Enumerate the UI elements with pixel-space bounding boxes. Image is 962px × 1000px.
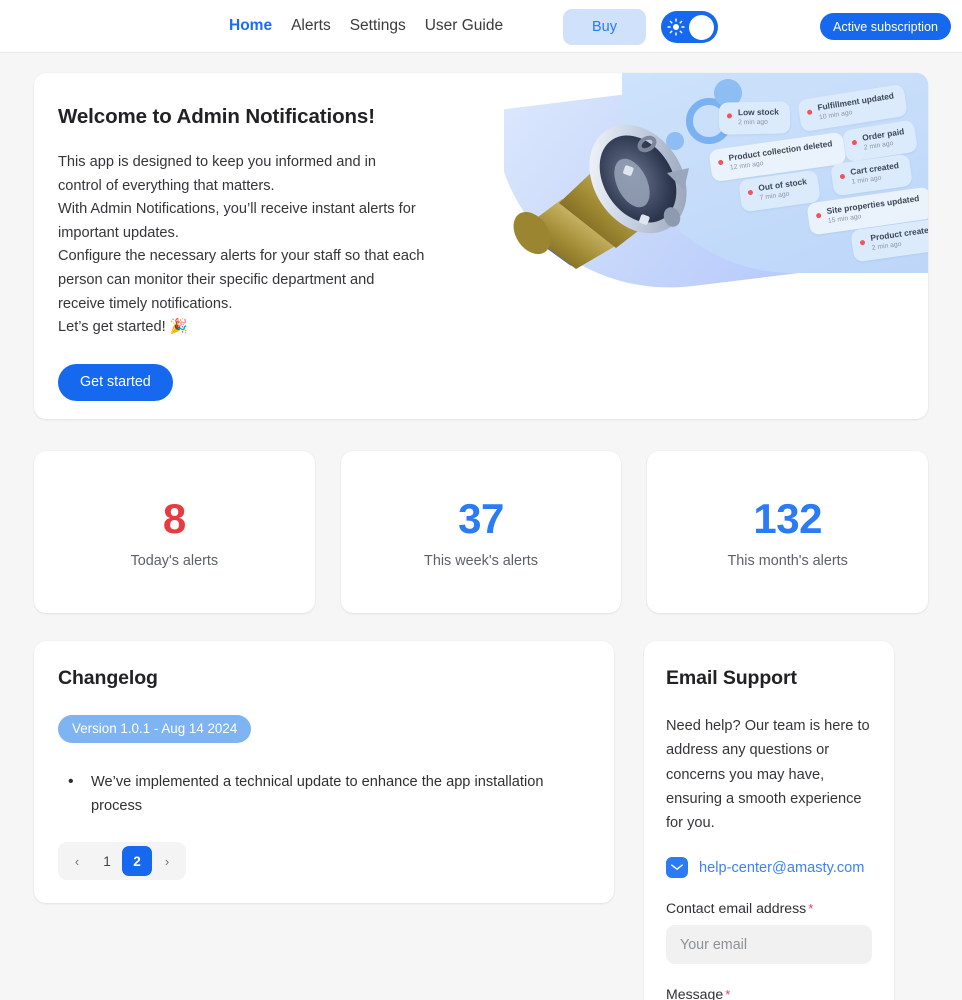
buy-button[interactable]: Buy [563,9,646,45]
contact-email-label: Contact email address * [666,900,872,916]
email-support-card: Email Support Need help? Our team is her… [644,641,894,1000]
pagination-next-button[interactable]: › [152,846,182,876]
changelog-card: Changelog Version 1.0.1 - Aug 14 2024 We… [34,641,614,903]
sun-icon [667,18,685,36]
active-subscription-badge[interactable]: Active subscription [820,13,951,40]
email-support-title: Email Support [666,667,797,689]
changelog-entry-list: We’ve implemented a technical update to … [58,770,590,818]
notification-title: Low stock [737,106,779,118]
nav-item-user-guide[interactable]: User Guide [425,16,503,36]
list-item: We’ve implemented a technical update to … [60,770,590,818]
stat-label: This month's alerts [727,552,848,569]
stat-value: 8 [162,494,186,542]
stat-label: Today's alerts [130,552,219,569]
contact-email-input[interactable] [666,925,872,965]
pagination-page-1[interactable]: 1 [92,846,122,876]
stat-card-this-week: 37 This week's alerts [340,451,622,613]
stat-value: 132 [753,494,822,542]
welcome-hero-card: Welcome to Admin Notifications! This app… [34,73,928,419]
changelog-pagination: ‹ 1 2 › [58,842,186,880]
envelope-icon [666,857,688,879]
toggle-knob [689,14,714,40]
bottom-row: Changelog Version 1.0.1 - Aug 14 2024 We… [34,641,928,1000]
email-support-description: Need help? Our team is here to address a… [666,718,870,832]
page-title: Welcome to Admin Notifications! [58,105,375,128]
get-started-button[interactable]: Get started [58,363,173,401]
theme-toggle[interactable] [661,11,718,43]
megaphone-icon [513,124,689,269]
hero-description: This app is designed to keep you informe… [58,154,425,336]
nav-item-home[interactable]: Home [229,16,272,36]
version-badge: Version 1.0.1 - Aug 14 2024 [58,715,252,743]
changelog-title: Changelog [58,667,158,689]
notification-card: Low stock 2 min ago [718,101,791,135]
message-label-text: Message [666,986,724,1000]
hero-text-block: Welcome to Admin Notifications! This app… [34,73,504,419]
support-email-link[interactable]: help-center@amasty.com [699,860,864,876]
main-navigation: Home Alerts Settings User Guide [229,16,503,36]
pagination-page-2[interactable]: 2 [122,846,152,876]
alert-stats-row: 8 Today's alerts 37 This week's alerts 1… [34,451,929,613]
contact-email-label-text: Contact email address [666,900,807,917]
nav-item-alerts[interactable]: Alerts [291,16,331,36]
app-header: Home Alerts Settings User Guide Buy Acti… [0,0,962,53]
nav-item-settings[interactable]: Settings [350,16,406,36]
required-asterisk: * [725,987,731,1000]
support-email-row: help-center@amasty.com [666,857,872,879]
message-label: Message * [666,986,872,1000]
required-asterisk: * [808,901,814,917]
megaphone-notifications-illustration: Low stock 2 min ago Fulfillment updated … [504,73,928,419]
stat-card-this-month: 132 This month's alerts [647,451,929,613]
pagination-prev-button[interactable]: ‹ [62,846,92,876]
stat-label: This week's alerts [424,552,538,569]
stat-value: 37 [458,494,504,542]
page-content: Welcome to Admin Notifications! This app… [0,73,962,1000]
notification-time: 2 min ago [738,118,768,127]
stat-card-today: 8 Today's alerts [34,451,315,613]
